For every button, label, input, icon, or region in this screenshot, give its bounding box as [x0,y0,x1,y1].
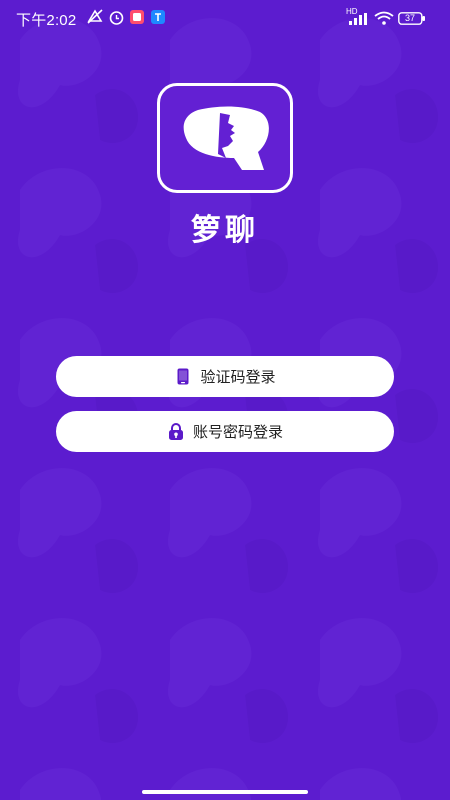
alarm-icon [108,9,125,25]
signal-icon [349,13,367,29]
mute-icon [86,9,104,25]
sms-login-button[interactable]: 验证码登录 [56,356,394,397]
lock-icon [167,423,185,441]
app-notification-icon [129,9,145,25]
app-logo [157,83,293,193]
password-login-button[interactable]: 账号密码登录 [56,411,394,452]
status-time: 下午2:02 [16,12,77,29]
battery-level: 37 [405,13,416,23]
translate-app-icon [150,9,166,25]
phone-icon [174,368,192,386]
password-login-label: 账号密码登录 [192,423,283,441]
status-bar: 下午2:02 HD 37 [0,0,450,34]
face-profile-icon [183,106,269,170]
wifi-icon [374,11,394,27]
app-name: 箩聊 [191,213,259,248]
home-indicator[interactable] [142,790,308,794]
sms-login-label: 验证码登录 [200,368,276,386]
